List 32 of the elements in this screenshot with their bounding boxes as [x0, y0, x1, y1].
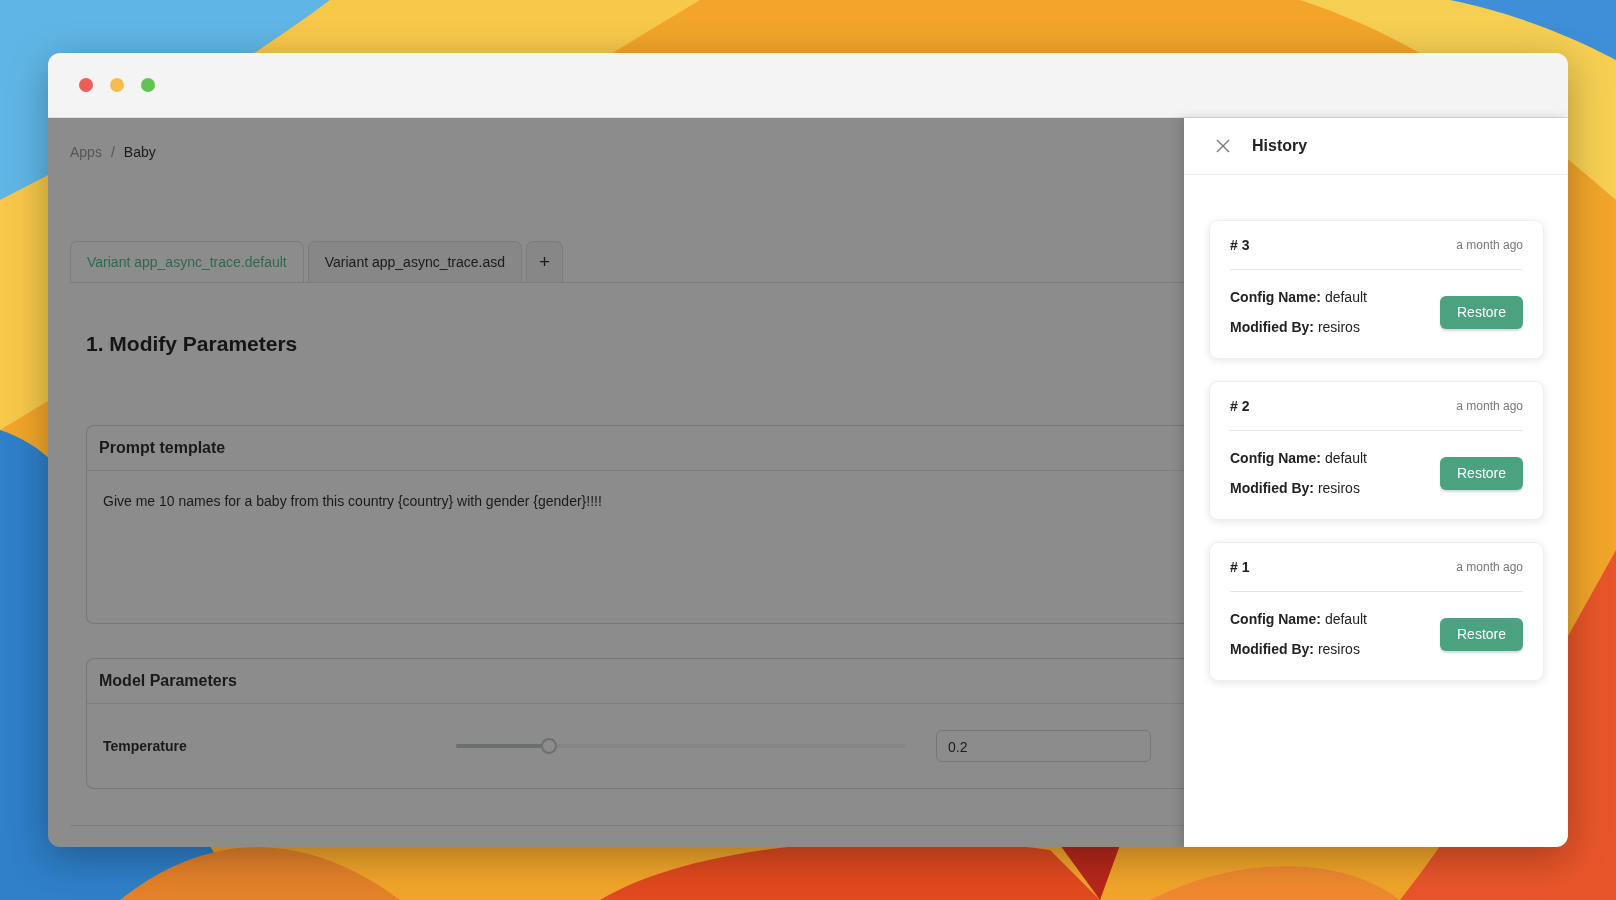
timestamp: a month ago: [1456, 238, 1523, 252]
close-button[interactable]: [79, 78, 93, 92]
breadcrumb-item: Baby: [123, 144, 156, 160]
value-input[interactable]: 0.2: [936, 730, 1151, 762]
drawer-title: History: [1252, 137, 1308, 155]
zoom-button[interactable]: [141, 78, 155, 92]
field-text: Modified By: resiros: [1230, 480, 1361, 496]
field-text: Config Name: default: [1230, 289, 1367, 305]
restore-button[interactable]: Restore: [1440, 617, 1523, 651]
section-heading: 1. Modify Parameters: [86, 332, 299, 356]
field-text: Config Name: default: [1230, 611, 1367, 627]
field-text: Modified By: resiros: [1230, 319, 1361, 335]
version-number: # 2: [1230, 398, 1250, 414]
add-tab-button[interactable]: +: [526, 241, 564, 282]
timestamp: a month ago: [1456, 560, 1523, 574]
version-number: # 1: [1230, 559, 1250, 575]
breadcrumb-separator: /: [110, 144, 115, 160]
close-icon[interactable]: [1216, 139, 1230, 153]
slider-thumb[interactable]: [541, 738, 558, 754]
parameter-label: Temperature: [103, 738, 188, 754]
variant-tab[interactable]: Variant app_async_trace.asd: [307, 241, 523, 282]
restore-button[interactable]: Restore: [1440, 456, 1523, 490]
restore-button[interactable]: Restore: [1440, 295, 1523, 329]
field-text: Config Name: default: [1230, 450, 1367, 466]
card-title: Model Parameters: [87, 659, 1184, 704]
prompt-text[interactable]: Give me 10 names for a baby from this country {country} with gender {gender}!!!!: [103, 493, 1168, 509]
minimize-button[interactable]: [110, 78, 124, 92]
field-text: Modified By: resiros: [1230, 641, 1361, 657]
version-number: # 3: [1230, 237, 1250, 253]
card-title: Prompt template: [87, 426, 1184, 471]
timestamp: a month ago: [1456, 399, 1523, 413]
variant-tab[interactable]: Variant app_async_trace.default: [70, 241, 304, 282]
